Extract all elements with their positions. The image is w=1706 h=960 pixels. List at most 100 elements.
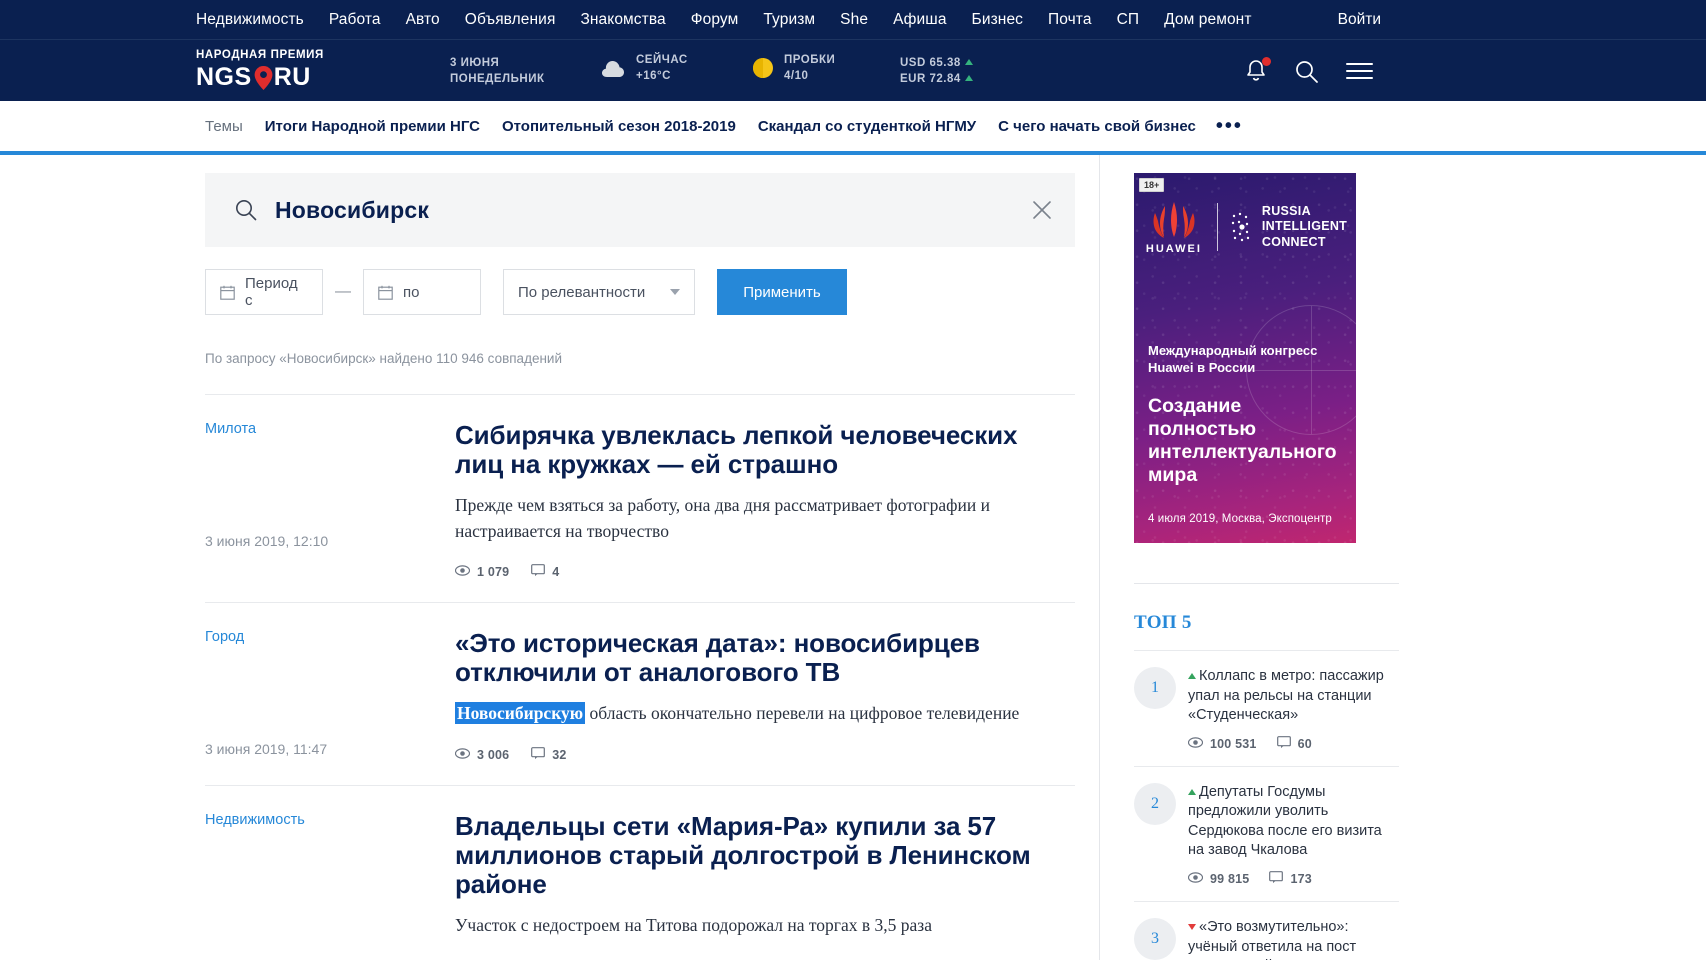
result-title[interactable]: Сибирячка увлеклась лепкой человеческих … bbox=[455, 420, 1057, 479]
topics-bar: Темы Итоги Народной премии НГС Отопитель… bbox=[0, 101, 1706, 155]
results-count: По запросу «Новосибирск» найдено 110 946… bbox=[205, 351, 562, 366]
comments-count: 32 bbox=[552, 747, 567, 762]
result-lead: Участок с недостроем на Титова подорожал… bbox=[455, 913, 1057, 938]
topic-item-otopitelnyy-sezon[interactable]: Отопительный сезон 2018-2019 bbox=[502, 118, 736, 135]
topnav-item-dom-remont[interactable]: Дом ремонт bbox=[1164, 11, 1251, 29]
trend-up-icon bbox=[1188, 673, 1196, 679]
apply-button[interactable]: Применить bbox=[717, 269, 847, 315]
result-meta-column: Милота 3 июня 2019, 12:10 bbox=[205, 421, 455, 580]
top5-list-item[interactable]: 1 Коллапс в метро: пассажир упал на рель… bbox=[1134, 650, 1399, 766]
result-body: Владельцы сети «Мария-Ра» купили за 57 м… bbox=[455, 811, 1075, 959]
cloud-icon bbox=[600, 56, 626, 80]
topic-item-svoy-biznes[interactable]: С чего начать свой бизнес bbox=[998, 118, 1196, 135]
currency-usd-row: USD 65.38 bbox=[900, 57, 973, 69]
header-currency-widget[interactable]: USD 65.38 EUR 72.84 bbox=[900, 57, 973, 85]
top5-item-title[interactable]: Коллапс в метро: пассажир упал на рельсы… bbox=[1188, 668, 1384, 723]
result-rubric[interactable]: Милота bbox=[205, 421, 455, 437]
top5-list-item[interactable]: 2 Депутаты Госдумы предложили уволить Се… bbox=[1134, 765, 1399, 901]
topnav-item-turizm[interactable]: Туризм bbox=[763, 11, 815, 29]
topnav-item-she[interactable]: She bbox=[840, 11, 868, 29]
page-content: Период с — по По релевантнос bbox=[0, 155, 1706, 960]
site-logo[interactable]: НАРОДНАЯ ПРЕМИЯ NGS RU bbox=[196, 49, 436, 92]
topnav-item-forum[interactable]: Форум bbox=[691, 11, 739, 29]
sort-select[interactable]: По релевантности bbox=[503, 269, 695, 315]
views-count: 3 006 bbox=[477, 747, 510, 762]
comments-count: 173 bbox=[1290, 871, 1312, 886]
top5-item-body: Депутаты Госдумы предложили уволить Серд… bbox=[1187, 783, 1399, 887]
result-lead-text: область окончательно перевели на цифрово… bbox=[585, 703, 1020, 724]
topic-item-skandal-ngmu[interactable]: Скандал со студенткой НГМУ bbox=[758, 118, 976, 135]
result-rubric[interactable]: Город bbox=[205, 629, 455, 645]
currency-eur-value: EUR 72.84 bbox=[900, 73, 961, 85]
date-to-field[interactable]: по bbox=[363, 269, 481, 315]
traffic-label: ПРОБКИ bbox=[784, 54, 836, 66]
trend-down-icon bbox=[1188, 923, 1196, 930]
sort-select-value: По релевантности bbox=[518, 283, 646, 301]
search-result-item[interactable]: Милота 3 июня 2019, 12:10 Сибирячка увле… bbox=[205, 394, 1075, 602]
advertisement-banner[interactable]: 18+ HUAWEI RUSSIA INTELLIGENT CONNECT Ме… bbox=[1134, 173, 1356, 543]
top5-item-title-row: Коллапс в метро: пассажир упал на рельсы… bbox=[1188, 667, 1399, 726]
topnav-item-biznes[interactable]: Бизнес bbox=[972, 11, 1023, 29]
map-pin-icon bbox=[254, 65, 273, 90]
partner-line-3: CONNECT bbox=[1261, 234, 1326, 249]
topnav-item-pochta[interactable]: Почта bbox=[1048, 11, 1092, 29]
top5-item-title[interactable]: «Это возмутительно»: учёный ответила на … bbox=[1188, 919, 1356, 960]
date-range-dash: — bbox=[335, 283, 351, 300]
result-rubric[interactable]: Недвижимость bbox=[205, 812, 455, 828]
search-icon[interactable] bbox=[1295, 60, 1318, 83]
result-lead-text: Участок с недостроем на Титова подорожал… bbox=[455, 914, 932, 935]
comments-count: 4 bbox=[552, 564, 560, 579]
top5-rank-badge: 2 bbox=[1134, 782, 1176, 825]
header-date-weekday: ПОНЕДЕЛЬНИК bbox=[450, 73, 545, 85]
currency-eur-row: EUR 72.84 bbox=[900, 73, 973, 85]
header-date-widget: 3 ИЮНЯ ПОНЕДЕЛЬНИК bbox=[450, 57, 544, 85]
logo-ru-text: RU bbox=[273, 63, 311, 91]
result-lead: Прежде чем взяться за работу, она два дн… bbox=[455, 493, 1057, 544]
date-to-label: по bbox=[403, 283, 420, 301]
eye-icon bbox=[1187, 736, 1204, 751]
header-weather-widget[interactable]: СЕЙЧАС +16°C bbox=[600, 54, 688, 82]
search-result-item[interactable]: Недвижимость Владельцы сети «Мария-Ра» к… bbox=[205, 784, 1075, 960]
search-input[interactable] bbox=[273, 195, 1021, 225]
ad-subtitle-line-2: Huawei в России bbox=[1148, 359, 1256, 375]
comments-stat: 173 bbox=[1269, 871, 1312, 887]
close-icon[interactable] bbox=[1021, 199, 1053, 221]
views-count: 99 815 bbox=[1210, 871, 1250, 886]
topnav-item-znakomstva[interactable]: Знакомства bbox=[580, 11, 665, 29]
topnav-item-afisha[interactable]: Афиша bbox=[893, 11, 946, 29]
ad-subtitle: Международный конгресс Huawei в России bbox=[1148, 343, 1346, 377]
search-result-item[interactable]: Город 3 июня 2019, 11:47 «Это историческ… bbox=[205, 601, 1075, 785]
search-term-highlight: Новосибирскую bbox=[455, 702, 586, 725]
date-from-field[interactable]: Период с bbox=[205, 269, 323, 315]
topnav-item-obyavleniya[interactable]: Объявления bbox=[465, 11, 556, 29]
top5-list-item[interactable]: 3 «Это возмутительно»: учёный ответила н… bbox=[1134, 900, 1399, 960]
hamburger-icon[interactable] bbox=[1346, 63, 1373, 79]
eye-icon bbox=[454, 565, 471, 579]
views-count: 100 531 bbox=[1210, 736, 1257, 751]
chevron-down-icon bbox=[670, 289, 680, 295]
result-meta-column: Город 3 июня 2019, 11:47 bbox=[205, 629, 455, 763]
topnav-item-nedvizhimost[interactable]: Недвижимость bbox=[196, 11, 304, 29]
result-title[interactable]: «Это историческая дата»: новосибирцев от… bbox=[455, 628, 1057, 687]
topnav-item-sp[interactable]: СП bbox=[1117, 11, 1140, 29]
arrow-up-icon bbox=[964, 59, 973, 65]
huawei-logo: HUAWEI bbox=[1143, 199, 1205, 255]
result-lead-text: Прежде чем взяться за работу, она два дн… bbox=[455, 495, 990, 541]
top5-item-body: Коллапс в метро: пассажир упал на рельсы… bbox=[1187, 667, 1399, 752]
result-title[interactable]: Владельцы сети «Мария-Ра» купили за 57 м… bbox=[455, 811, 1057, 899]
logo-tagline: НАРОДНАЯ ПРЕМИЯ bbox=[196, 49, 324, 61]
header-traffic-widget[interactable]: ПРОБКИ 4/10 bbox=[752, 54, 835, 82]
age-rating-badge: 18+ bbox=[1139, 178, 1165, 192]
search-bar bbox=[205, 173, 1075, 247]
arrow-up-icon bbox=[964, 75, 973, 81]
comments-stat: 4 bbox=[531, 564, 559, 580]
result-lead: Новосибирскую область окончательно перев… bbox=[455, 701, 1057, 726]
topnav-item-avto[interactable]: Авто bbox=[406, 11, 440, 29]
login-link[interactable]: Войти bbox=[1338, 11, 1381, 29]
topic-item-itogi[interactable]: Итоги Народной премии НГС bbox=[265, 118, 480, 135]
bell-icon[interactable] bbox=[1245, 57, 1271, 83]
topnav-item-rabota[interactable]: Работа bbox=[329, 11, 381, 29]
topics-more-icon[interactable]: ••• bbox=[1216, 116, 1243, 136]
ad-subtitle-line-1: Международный конгресс bbox=[1148, 343, 1318, 358]
top5-item-title[interactable]: Депутаты Госдумы предложили уволить Серд… bbox=[1188, 784, 1382, 859]
